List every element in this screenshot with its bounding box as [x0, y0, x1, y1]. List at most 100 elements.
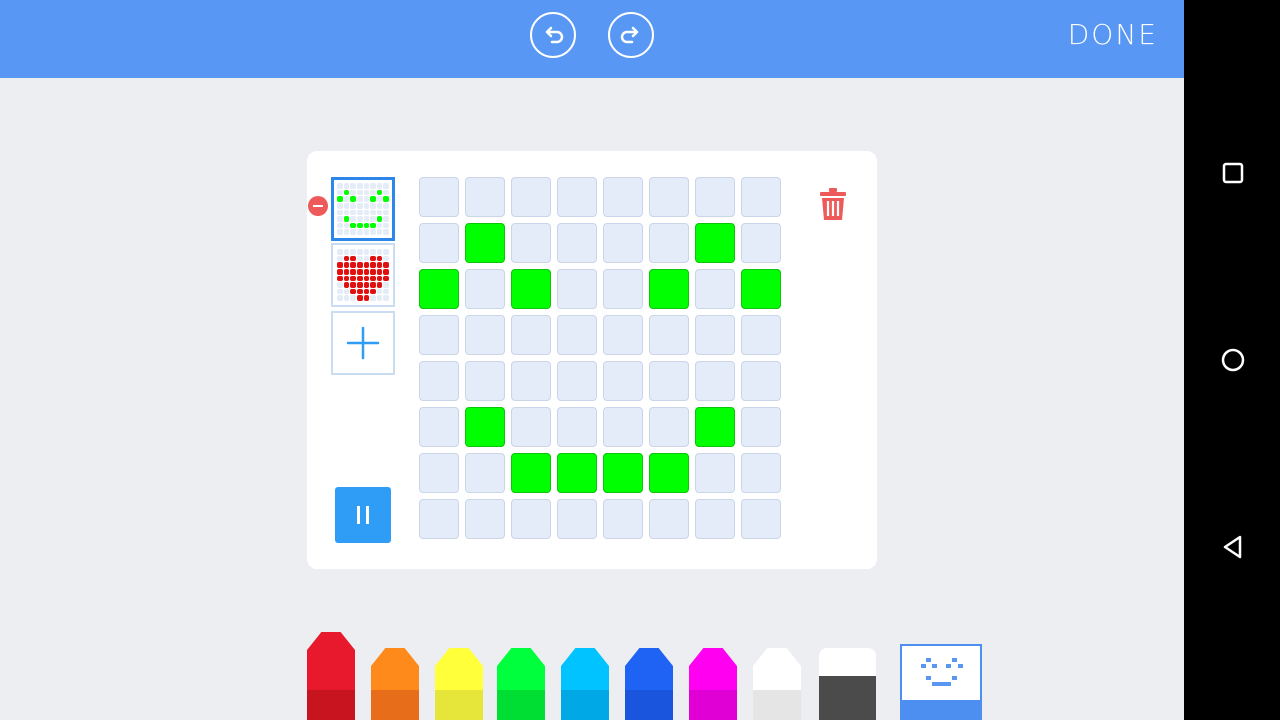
led-cell[interactable] [695, 361, 735, 401]
led-cell[interactable] [603, 269, 643, 309]
led-cell[interactable] [511, 223, 551, 263]
thumbnail-pixel [350, 275, 356, 282]
led-cell[interactable] [603, 453, 643, 493]
led-cell[interactable] [557, 499, 597, 539]
frame-thumbnail-1[interactable] [331, 177, 395, 241]
led-cell[interactable] [649, 315, 689, 355]
led-cell[interactable] [419, 361, 459, 401]
back-button[interactable] [1220, 534, 1246, 560]
led-cell[interactable] [741, 453, 781, 493]
led-cell[interactable] [603, 407, 643, 447]
led-cell[interactable] [557, 223, 597, 263]
led-cell[interactable] [603, 499, 643, 539]
led-cell[interactable] [603, 223, 643, 263]
led-cell[interactable] [741, 499, 781, 539]
led-cell[interactable] [649, 407, 689, 447]
color-orange-crayon[interactable] [371, 648, 419, 720]
led-cell[interactable] [649, 361, 689, 401]
thumbnail-pixel [370, 189, 376, 196]
led-cell[interactable] [511, 499, 551, 539]
led-cell[interactable] [465, 177, 505, 217]
led-cell[interactable] [419, 223, 459, 263]
led-cell[interactable] [511, 269, 551, 309]
led-cell[interactable] [557, 407, 597, 447]
color-green-crayon[interactable] [497, 648, 545, 720]
recents-button[interactable] [1220, 160, 1246, 186]
led-cell[interactable] [695, 223, 735, 263]
face-preset-button[interactable] [900, 644, 982, 720]
color-magenta-crayon[interactable] [689, 648, 737, 720]
led-cell[interactable] [741, 269, 781, 309]
led-cell[interactable] [741, 315, 781, 355]
led-cell[interactable] [603, 361, 643, 401]
color-white-crayon[interactable] [753, 648, 801, 720]
led-cell[interactable] [695, 315, 735, 355]
pause-icon-bar [357, 506, 360, 524]
led-cell[interactable] [511, 315, 551, 355]
led-cell[interactable] [511, 361, 551, 401]
led-cell[interactable] [557, 315, 597, 355]
led-cell[interactable] [465, 453, 505, 493]
add-frame-button[interactable] [331, 311, 395, 375]
led-cell[interactable] [603, 315, 643, 355]
led-cell[interactable] [465, 269, 505, 309]
trash-icon[interactable] [819, 187, 847, 221]
led-cell[interactable] [465, 361, 505, 401]
led-cell[interactable] [465, 223, 505, 263]
led-cell[interactable] [557, 269, 597, 309]
led-cell[interactable] [511, 407, 551, 447]
led-cell[interactable] [695, 407, 735, 447]
led-cell[interactable] [419, 315, 459, 355]
color-blue-crayon[interactable] [625, 648, 673, 720]
done-button[interactable]: DONE [1068, 18, 1158, 51]
thumbnail-pixel [370, 288, 376, 295]
frame-thumbnail-2[interactable] [331, 243, 395, 307]
led-cell[interactable] [419, 407, 459, 447]
led-cell[interactable] [465, 315, 505, 355]
led-cell[interactable] [649, 223, 689, 263]
color-red-crayon[interactable] [307, 632, 355, 720]
led-cell[interactable] [557, 453, 597, 493]
color-yellow-crayon[interactable] [435, 648, 483, 720]
led-cell[interactable] [419, 177, 459, 217]
led-cell[interactable] [695, 499, 735, 539]
eraser-button[interactable] [819, 648, 876, 720]
led-cell[interactable] [695, 453, 735, 493]
color-light-blue-crayon[interactable] [561, 648, 609, 720]
thumbnail-pixel [370, 216, 376, 222]
pause-button[interactable] [335, 487, 391, 543]
thumbnail-pixel [383, 183, 389, 189]
redo-button[interactable] [608, 12, 654, 58]
led-cell[interactable] [649, 453, 689, 493]
led-cell[interactable] [741, 177, 781, 217]
thumbnail-pixel [370, 275, 376, 282]
led-cell[interactable] [419, 453, 459, 493]
led-cell[interactable] [741, 407, 781, 447]
led-cell[interactable] [603, 177, 643, 217]
thumbnail-pixel [383, 262, 389, 268]
home-button[interactable] [1220, 347, 1246, 373]
led-cell[interactable] [419, 269, 459, 309]
undo-button[interactable] [530, 12, 576, 58]
led-cell[interactable] [557, 177, 597, 217]
smiley-face-icon [921, 658, 963, 686]
led-cell[interactable] [649, 177, 689, 217]
remove-frame-button[interactable] [308, 196, 328, 216]
led-cell[interactable] [465, 499, 505, 539]
led-cell[interactable] [465, 407, 505, 447]
thumbnail-pixel [383, 222, 389, 229]
led-cell[interactable] [511, 453, 551, 493]
thumbnail-pixel [363, 268, 370, 275]
thumbnail-pixel [383, 216, 389, 222]
back-triangle-icon [1223, 535, 1242, 559]
led-cell[interactable] [649, 269, 689, 309]
thumbnail-pixel [356, 202, 363, 209]
led-cell[interactable] [511, 177, 551, 217]
led-cell[interactable] [557, 361, 597, 401]
led-cell[interactable] [419, 499, 459, 539]
led-cell[interactable] [741, 223, 781, 263]
led-cell[interactable] [649, 499, 689, 539]
led-cell[interactable] [695, 269, 735, 309]
led-cell[interactable] [741, 361, 781, 401]
led-cell[interactable] [695, 177, 735, 217]
